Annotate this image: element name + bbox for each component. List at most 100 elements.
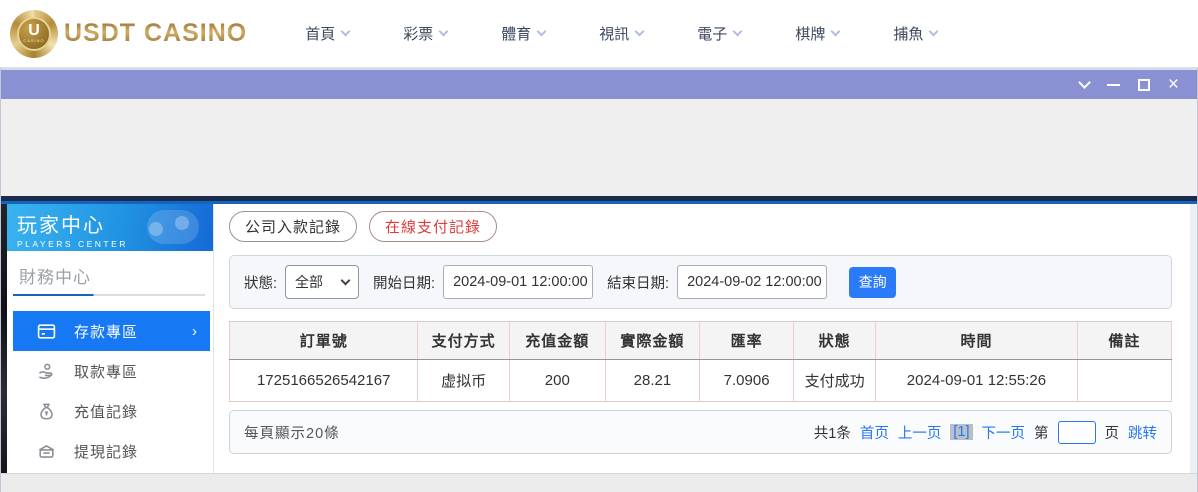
nav-label: 視訊	[599, 23, 629, 44]
page-size-text: 每頁顯示20條	[244, 422, 340, 443]
nav-item-cards[interactable]: 棋牌	[795, 23, 839, 44]
nav-label: 電子	[697, 23, 727, 44]
cell-payment-method: 虚拟币	[418, 360, 509, 402]
cell-recharge-amount: 200	[509, 360, 605, 402]
col-order-number: 訂單號	[230, 322, 418, 360]
chevron-down-icon	[635, 27, 645, 37]
credit-card-icon	[37, 322, 56, 341]
close-icon[interactable]: ×	[1168, 79, 1179, 91]
page-jump-input[interactable]	[1058, 421, 1096, 444]
chevron-down-icon	[537, 27, 547, 37]
col-payment-method: 支付方式	[418, 322, 509, 360]
top-navigation-bar: U CASINO USDT CASINO 首頁 彩票 體育 視訊 電子 棋牌	[0, 0, 1198, 68]
collapse-chevron-icon[interactable]	[1078, 76, 1091, 89]
col-status: 狀態	[794, 322, 876, 360]
jump-suffix-label: 页	[1105, 422, 1120, 443]
jump-prefix-label: 第	[1034, 422, 1049, 443]
chevron-down-icon	[341, 275, 351, 285]
total-count-text: 共1条	[814, 422, 851, 443]
current-page-badge: [1]	[950, 424, 972, 440]
sidebar-item-label: 充值記錄	[74, 401, 138, 422]
pagination-bar: 每頁顯示20條 共1条 首页 上一页 [1] 下一页 第 页 跳转	[229, 410, 1172, 454]
next-page-link[interactable]: 下一页	[982, 422, 1026, 443]
minimize-icon[interactable]	[1107, 84, 1120, 86]
cell-actual-amount: 28.21	[605, 360, 699, 402]
gamepad-button-decoration	[149, 222, 163, 236]
sidebar-item-label: 存款專區	[74, 321, 138, 342]
nav-label: 捕魚	[893, 23, 923, 44]
cell-time: 2024-09-01 12:55:26	[876, 360, 1078, 402]
chevron-right-icon: ›	[192, 323, 198, 340]
filter-bar: 狀態: 全部 開始日期: 結束日期: 查詢	[229, 255, 1172, 309]
sidebar-item-label: 提現記錄	[74, 441, 138, 462]
content-area: 玩家中心 PLAYERS CENTER 財務中心 存款專區 › 取款專區	[1, 204, 1197, 473]
coin-letter: U	[28, 24, 40, 38]
sidebar-item-deposit-zone[interactable]: 存款專區 ›	[13, 311, 210, 351]
pager: 共1条 首页 上一页 [1] 下一页 第 页 跳转	[814, 421, 1157, 444]
main-menu: 首頁 彩票 體育 視訊 電子 棋牌 捕魚	[305, 23, 937, 44]
bottom-gray-strip	[1, 473, 1197, 492]
chevron-down-icon	[733, 27, 743, 37]
status-select[interactable]: 全部	[285, 265, 359, 299]
coin-sub-label: CASINO	[23, 38, 44, 43]
maximize-icon[interactable]	[1138, 79, 1150, 91]
finance-section-title: 財務中心	[19, 263, 213, 288]
nav-item-home[interactable]: 首頁	[305, 23, 349, 44]
jump-action-link[interactable]: 跳转	[1128, 422, 1157, 443]
nav-label: 彩票	[403, 23, 433, 44]
nav-item-lottery[interactable]: 彩票	[403, 23, 447, 44]
records-table: 訂單號 支付方式 充值金額 實際金額 匯率 狀態 時間 備註 172516652…	[229, 321, 1172, 402]
cell-status: 支付成功	[794, 360, 876, 402]
col-exchange-rate: 匯率	[700, 322, 794, 360]
wallet-send-icon	[37, 442, 56, 461]
cell-order-number: 1725166526542167	[230, 360, 418, 402]
status-select-value: 全部	[295, 272, 323, 292]
empty-banner-area	[1, 99, 1197, 196]
brand-logo[interactable]: U CASINO USDT CASINO	[10, 10, 247, 58]
sidebar: 玩家中心 PLAYERS CENTER 財務中心 存款專區 › 取款專區	[7, 204, 214, 473]
end-date-input[interactable]	[677, 265, 827, 299]
main-panel: 公司入款記錄 在線支付記錄 狀態: 全部 開始日期: 結束日期: 查詢	[214, 204, 1197, 473]
prev-page-link[interactable]: 上一页	[898, 422, 942, 443]
hand-coins-icon	[37, 362, 56, 381]
cell-exchange-rate: 7.0906	[700, 360, 794, 402]
record-tabs: 公司入款記錄 在線支付記錄	[229, 211, 1172, 242]
brand-name: USDT CASINO	[64, 19, 247, 48]
sidebar-item-label: 取款專區	[74, 361, 138, 382]
gamepad-button-decoration	[175, 216, 189, 230]
coin-logo-icon: U CASINO	[10, 10, 58, 58]
end-date-label: 結束日期:	[607, 272, 669, 293]
first-page-link[interactable]: 首页	[860, 422, 889, 443]
players-center-header: 玩家中心 PLAYERS CENTER	[7, 204, 213, 251]
chevron-down-icon	[831, 27, 841, 37]
status-label: 狀態:	[244, 272, 277, 293]
table-row: 1725166526542167 虚拟币 200 28.21 7.0906 支付…	[230, 360, 1172, 402]
table-header-row: 訂單號 支付方式 充值金額 實際金額 匯率 狀態 時間 備註	[230, 322, 1172, 360]
col-recharge-amount: 充值金額	[509, 322, 605, 360]
sidebar-item-withdrawal-record[interactable]: 提現記錄	[13, 431, 210, 471]
chevron-down-icon	[341, 27, 351, 37]
tab-company-deposit-record[interactable]: 公司入款記錄	[229, 211, 357, 242]
col-actual-amount: 實際金額	[605, 322, 699, 360]
start-date-label: 開始日期:	[373, 272, 435, 293]
nav-item-fishing[interactable]: 捕魚	[893, 23, 937, 44]
section-underline	[13, 294, 205, 296]
nav-item-slots[interactable]: 電子	[697, 23, 741, 44]
sidebar-item-recharge-record[interactable]: 充值記錄	[13, 391, 210, 431]
tab-online-payment-record[interactable]: 在線支付記錄	[369, 211, 497, 242]
search-button[interactable]: 查詢	[849, 267, 896, 298]
col-time: 時間	[876, 322, 1078, 360]
sidebar-menu: 存款專區 › 取款專區 充值記錄	[7, 311, 213, 471]
start-date-input[interactable]	[443, 265, 593, 299]
embedded-window: × 玩家中心 PLAYERS CENTER 財務中心 存款專區	[0, 68, 1198, 492]
scrollbar-track[interactable]	[1190, 204, 1197, 473]
chevron-down-icon	[439, 27, 449, 37]
nav-label: 體育	[501, 23, 531, 44]
nav-label: 棋牌	[795, 23, 825, 44]
nav-item-sports[interactable]: 體育	[501, 23, 545, 44]
cell-remark	[1077, 360, 1171, 402]
col-remark: 備註	[1077, 322, 1171, 360]
chevron-down-icon	[929, 27, 939, 37]
nav-item-live[interactable]: 視訊	[599, 23, 643, 44]
sidebar-item-withdraw-zone[interactable]: 取款專區	[13, 351, 210, 391]
